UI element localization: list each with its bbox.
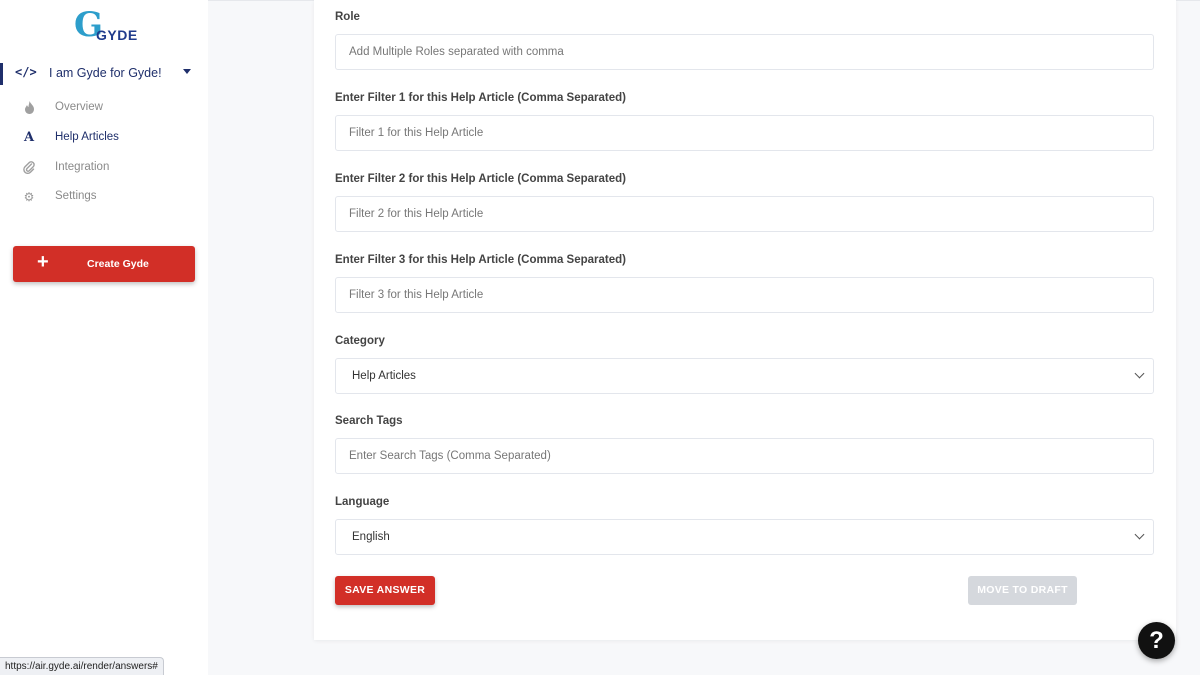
chevron-down-icon <box>1134 368 1145 379</box>
flame-icon <box>22 101 36 115</box>
save-answer-button[interactable]: SAVE ANSWER <box>335 576 435 605</box>
gyde-logo[interactable]: G GYDE <box>74 5 138 45</box>
filter3-label: Enter Filter 3 for this Help Article (Co… <box>335 254 626 266</box>
language-select[interactable]: English <box>335 519 1154 555</box>
category-value: Help Articles <box>352 370 416 382</box>
sidebar-item-label: Integration <box>55 161 110 173</box>
sidebar-item-help-articles[interactable]: A Help Articles <box>0 127 208 151</box>
filter3-placeholder: Filter 3 for this Help Article <box>349 289 484 301</box>
letter-a-icon: A <box>23 130 35 145</box>
filter1-input[interactable]: Filter 1 for this Help Article <box>335 115 1154 151</box>
sidebar-item-label: Overview <box>55 101 103 113</box>
logo-wordmark: GYDE <box>96 27 138 43</box>
gear-icon: ⚙ <box>23 190 35 204</box>
filter3-input[interactable]: Filter 3 for this Help Article <box>335 277 1154 313</box>
category-label: Category <box>335 335 385 347</box>
language-label: Language <box>335 496 390 508</box>
search-tags-placeholder: Enter Search Tags (Comma Separated) <box>349 450 551 462</box>
search-tags-input[interactable]: Enter Search Tags (Comma Separated) <box>335 438 1154 474</box>
project-name: I am Gyde for Gyde! <box>49 66 162 80</box>
search-tags-label: Search Tags <box>335 415 403 427</box>
help-button[interactable]: ? <box>1138 622 1175 659</box>
filter2-placeholder: Filter 2 for this Help Article <box>349 208 484 220</box>
create-gyde-label: Create Gyde <box>87 258 149 270</box>
filter1-label: Enter Filter 1 for this Help Article (Co… <box>335 92 626 104</box>
sidebar-item-label: Help Articles <box>55 131 119 143</box>
plus-icon: + <box>37 251 49 273</box>
active-indicator <box>0 63 3 85</box>
category-select[interactable]: Help Articles <box>335 358 1154 394</box>
paperclip-icon <box>22 161 36 175</box>
role-input[interactable]: Add Multiple Roles separated with comma <box>335 34 1154 70</box>
role-placeholder: Add Multiple Roles separated with comma <box>349 46 564 58</box>
sidebar-item-settings[interactable]: ⚙ Settings <box>0 186 208 210</box>
chevron-down-icon <box>1134 529 1145 540</box>
move-to-draft-button[interactable]: MOVE TO DRAFT <box>968 576 1077 605</box>
sidebar-item-integration[interactable]: Integration <box>0 157 208 181</box>
filter2-label: Enter Filter 2 for this Help Article (Co… <box>335 173 626 185</box>
create-gyde-button[interactable]: + Create Gyde <box>13 246 195 282</box>
sidebar-item-overview[interactable]: Overview <box>0 97 208 121</box>
role-label: Role <box>335 11 360 23</box>
language-value: English <box>352 531 390 543</box>
sidebar-item-label: Settings <box>55 190 97 202</box>
project-selector[interactable]: </> I am Gyde for Gyde! <box>0 60 208 88</box>
sidebar: G GYDE </> I am Gyde for Gyde! Overview … <box>0 0 208 675</box>
status-bar-url: https://air.gyde.ai/render/answers# <box>0 657 164 675</box>
filter2-input[interactable]: Filter 2 for this Help Article <box>335 196 1154 232</box>
caret-down-icon[interactable] <box>183 69 191 74</box>
code-icon: </> <box>15 65 37 79</box>
filter1-placeholder: Filter 1 for this Help Article <box>349 127 484 139</box>
